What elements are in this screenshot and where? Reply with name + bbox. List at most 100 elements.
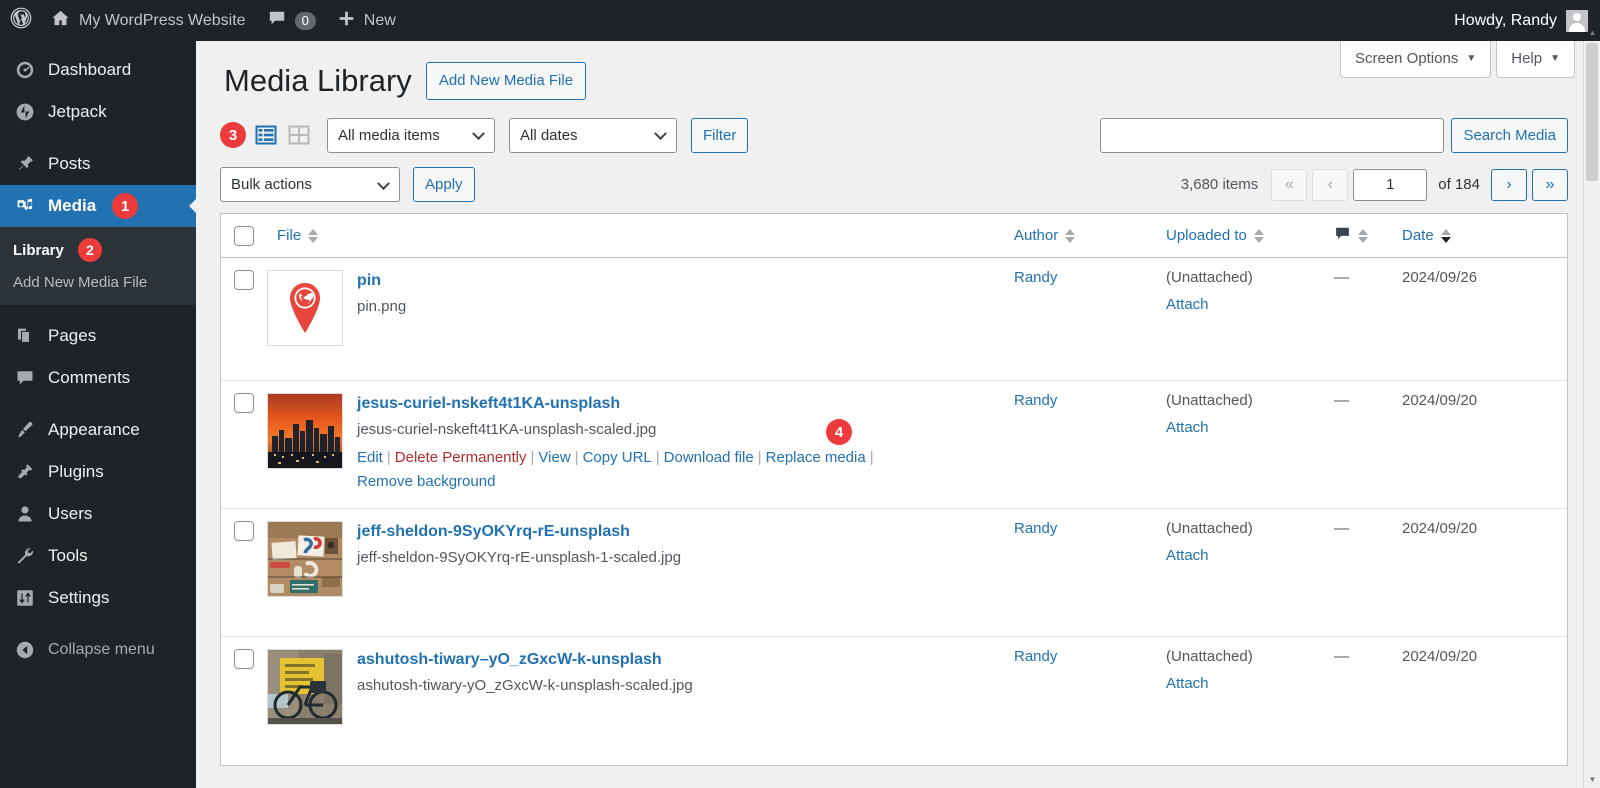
attach-link[interactable]: Attach	[1166, 675, 1314, 692]
last-page-button[interactable]: »	[1532, 168, 1568, 201]
sidebar-item-appearance[interactable]: Appearance	[0, 409, 196, 451]
desk-workspace-thumbnail[interactable]	[267, 521, 343, 598]
file-title-link[interactable]: jesus-curiel-nskeft4t1KA-unsplash	[357, 395, 878, 413]
file-title-link[interactable]: pin	[357, 272, 406, 290]
list-view-icon[interactable]	[254, 123, 278, 147]
row-comments-cell: —	[1324, 509, 1392, 636]
column-label-author: Author	[1014, 227, 1059, 245]
column-header-author[interactable]: Author	[1004, 214, 1156, 257]
account-menu[interactable]: Howdy, Randy	[1454, 9, 1600, 32]
comments-count-badge: 0	[294, 11, 316, 30]
column-header-file[interactable]: File	[267, 214, 1004, 257]
author-link[interactable]: Randy	[1014, 648, 1057, 665]
scroll-up-arrow-icon[interactable]: ▲	[1584, 24, 1600, 41]
search-input[interactable]	[1100, 117, 1445, 153]
wordpress-logo-button[interactable]	[0, 0, 40, 41]
callout-badge-2: 2	[77, 238, 102, 262]
table-row[interactable]: jeff-sheldon-9SyOKYrq-rE-unsplash jeff-s…	[221, 509, 1567, 638]
row-checkbox[interactable]	[234, 393, 254, 414]
next-page-button[interactable]: ›	[1491, 168, 1527, 201]
scrollbar-thumb[interactable]	[1586, 43, 1598, 181]
apply-button[interactable]: Apply	[413, 167, 475, 203]
row-checkbox[interactable]	[234, 649, 254, 670]
table-row[interactable]: jesus-curiel-nskeft4t1KA-unsplash jesus-…	[221, 381, 1567, 510]
table-row[interactable]: pin pin.png Randy (Unattached) Attach — …	[221, 258, 1567, 382]
filter-button[interactable]: Filter	[691, 117, 749, 153]
sidebar-item-dashboard[interactable]: Dashboard	[0, 49, 196, 91]
row-checkbox[interactable]	[234, 270, 254, 291]
bicycle-yellow-wall-thumbnail[interactable]	[267, 649, 343, 726]
file-title-link[interactable]: jeff-sheldon-9SyOKYrq-rE-unsplash	[357, 523, 681, 541]
attach-link[interactable]: Attach	[1166, 419, 1314, 436]
delete-permanently-link[interactable]: Delete Permanently	[395, 449, 527, 466]
help-label: Help	[1511, 50, 1543, 67]
chevron-down-icon: ▼	[1466, 53, 1477, 64]
first-page-button[interactable]: «	[1271, 168, 1308, 201]
site-name-menu[interactable]: My WordPress Website	[40, 0, 257, 41]
row-checkbox[interactable]	[234, 521, 254, 542]
remove-background-link[interactable]: Remove background	[357, 473, 495, 490]
sidebar-item-settings[interactable]: Settings	[0, 577, 196, 619]
comments-bubble-menu[interactable]: 0	[257, 0, 327, 41]
comments-count-label: —	[1334, 269, 1349, 287]
sort-arrows-icon	[1440, 228, 1451, 243]
page-title: Media Library	[224, 63, 412, 98]
help-button[interactable]: Help ▼	[1496, 41, 1575, 78]
column-header-comments[interactable]	[1324, 214, 1392, 257]
sidebar-item-users[interactable]: Users	[0, 493, 196, 535]
wordpress-logo-icon	[10, 7, 32, 34]
copy-url-link[interactable]: Copy URL	[583, 449, 652, 466]
select-all-checkbox[interactable]	[234, 226, 254, 247]
plug-icon	[13, 462, 37, 482]
comments-count-label: —	[1334, 648, 1349, 666]
column-header-uploaded-to[interactable]: Uploaded to	[1156, 214, 1324, 257]
sidebar-item-plugins[interactable]: Plugins	[0, 451, 196, 493]
date-label: 2024/09/20	[1402, 392, 1478, 410]
submenu-label: Library	[13, 241, 64, 259]
edit-link[interactable]: Edit	[357, 449, 383, 466]
prev-page-button[interactable]: ‹	[1312, 168, 1349, 201]
page-scrollbar[interactable]: ▲ ▼	[1583, 28, 1600, 788]
sidebar-item-comments[interactable]: Comments	[0, 357, 196, 399]
sort-arrows-icon	[1358, 228, 1368, 243]
comments-count-label: —	[1334, 392, 1349, 410]
sidebar-divider	[0, 399, 196, 409]
sidebar-item-add-new-media-file[interactable]: Add New Media File	[0, 268, 196, 297]
new-content-menu[interactable]: New	[327, 0, 407, 41]
view-link[interactable]: View	[538, 449, 570, 466]
scroll-down-arrow-icon[interactable]: ▼	[1584, 771, 1600, 788]
current-page-input[interactable]	[1353, 168, 1428, 201]
collapse-menu-button[interactable]: Collapse menu	[0, 629, 196, 671]
row-checkbox-cell	[221, 258, 267, 380]
wrench-icon	[13, 546, 37, 566]
attach-link[interactable]: Attach	[1166, 547, 1314, 564]
download-file-link[interactable]: Download file	[664, 449, 754, 466]
add-new-media-file-button[interactable]: Add New Media File	[425, 61, 587, 101]
date-filter-select[interactable]: All dates	[509, 117, 677, 153]
attach-link[interactable]: Attach	[1166, 296, 1314, 313]
replace-media-link[interactable]: Replace media	[766, 449, 866, 466]
city-skyline-sunset-thumbnail[interactable]	[267, 393, 343, 470]
sidebar-item-posts[interactable]: Posts	[0, 143, 196, 185]
screen-options-button[interactable]: Screen Options ▼	[1339, 41, 1492, 78]
table-row[interactable]: ashutosh-tiwary–yO_zGxcW-k-unsplash ashu…	[221, 637, 1567, 765]
search-media-button[interactable]: Search Media	[1451, 117, 1568, 153]
author-link[interactable]: Randy	[1014, 392, 1057, 409]
file-title-link[interactable]: ashutosh-tiwary–yO_zGxcW-k-unsplash	[357, 651, 693, 669]
sidebar-item-pages[interactable]: Pages	[0, 315, 196, 357]
sidebar-item-tools[interactable]: Tools	[0, 535, 196, 577]
bulk-actions-select[interactable]: Bulk actions	[220, 167, 400, 203]
author-link[interactable]: Randy	[1014, 520, 1057, 537]
filter-toolbar: 3 All media items All dates Filter Searc…	[196, 101, 1592, 155]
map-pin-globe-thumbnail[interactable]	[267, 270, 343, 347]
row-date-cell: 2024/09/20	[1392, 637, 1567, 765]
select-all-checkbox-cell	[221, 214, 267, 257]
sidebar-item-library[interactable]: Library 2	[0, 232, 196, 268]
column-header-date[interactable]: Date	[1392, 214, 1567, 257]
sidebar-item-media[interactable]: Media 1	[0, 185, 197, 227]
collapse-arrow-icon	[13, 640, 37, 660]
sidebar-item-jetpack[interactable]: Jetpack	[0, 91, 196, 133]
author-link[interactable]: Randy	[1014, 269, 1057, 286]
grid-view-icon[interactable]	[287, 123, 311, 147]
media-type-filter-select[interactable]: All media items	[327, 117, 495, 153]
